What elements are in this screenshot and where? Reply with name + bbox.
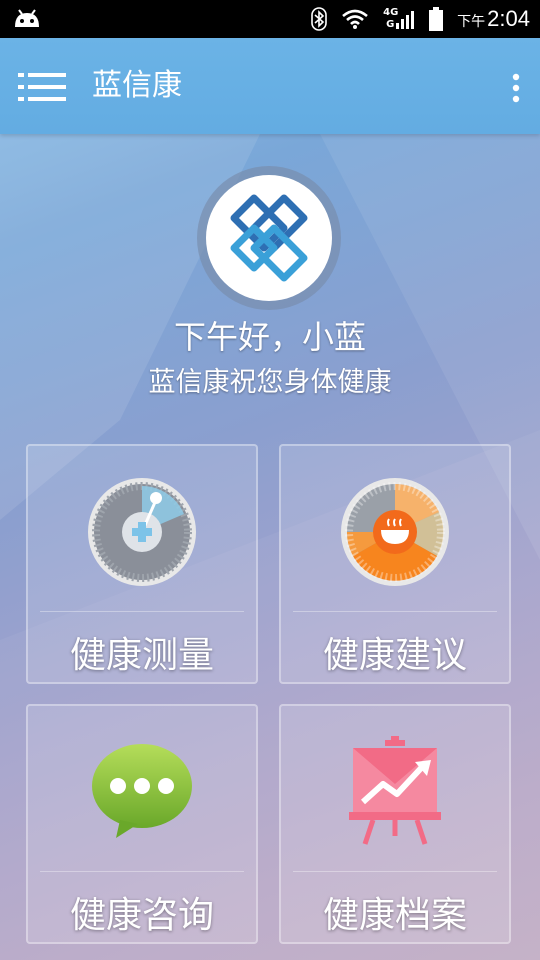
status-ampm: 下午 — [457, 14, 486, 30]
g-label: G — [386, 19, 395, 30]
app-logo-icon — [230, 194, 308, 282]
tile-health-consultation[interactable]: 健康咨询 — [26, 704, 258, 944]
measurement-gauge-icon — [88, 478, 196, 586]
status-bar: 4G G 下午 2:04 — [0, 0, 540, 38]
cellular-signal-icon: 4G G — [383, 7, 415, 31]
tile-health-measurement[interactable]: 健康测量 — [26, 444, 258, 684]
tile-label: 健康建议 — [322, 635, 467, 676]
app-title: 蓝信康 — [92, 68, 182, 103]
chart-board-icon — [349, 736, 441, 845]
wifi-icon — [342, 9, 369, 29]
food-advice-icon — [341, 478, 449, 586]
tile-divider — [293, 611, 497, 612]
tile-label: 健康咨询 — [69, 895, 214, 936]
tile-divider — [40, 871, 244, 872]
greeting-text: 下午好，小蓝 — [173, 318, 366, 356]
subtitle-text: 蓝信康祝您身体健康 — [148, 367, 392, 398]
tile-label: 健康测量 — [69, 635, 214, 676]
tile-divider — [293, 871, 497, 872]
chat-bubble-icon — [92, 744, 192, 838]
app-bar: 蓝信康 — [0, 38, 540, 134]
tile-label: 健康档案 — [322, 895, 467, 936]
bluetooth-icon — [311, 7, 327, 31]
app-logo — [197, 166, 341, 310]
status-time: 2:04 — [487, 6, 530, 31]
overflow-menu-icon[interactable] — [510, 72, 522, 104]
tile-divider — [40, 611, 244, 612]
battery-icon — [429, 7, 444, 31]
android-notification-icon — [15, 9, 39, 27]
tile-health-advice[interactable]: 健康建议 — [279, 444, 511, 684]
tile-health-records[interactable]: 健康档案 — [279, 704, 511, 944]
menu-icon[interactable] — [18, 72, 66, 102]
